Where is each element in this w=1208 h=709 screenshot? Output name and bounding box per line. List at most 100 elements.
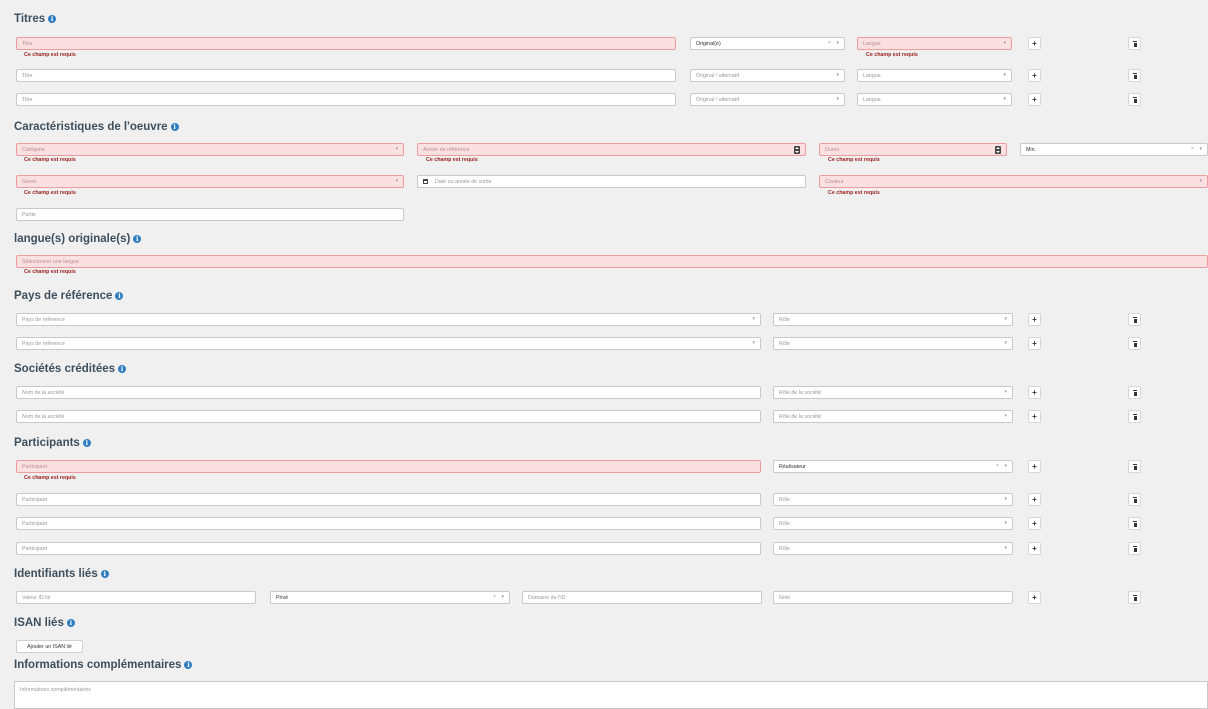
chevron-down-icon: ▾ [752,340,755,346]
title-input[interactable]: Titre [16,37,676,50]
trash-icon[interactable] [1128,410,1141,423]
error-message: Ce champ est requis [426,157,478,163]
participant-role-select[interactable]: Rôle ▾ [773,542,1013,555]
error-message: Ce champ est requis [828,157,880,163]
title-language-select[interactable]: Langue ▾ [857,37,1012,50]
add-title-button[interactable]: + [1028,69,1041,82]
participant-input[interactable]: Participant [16,460,761,473]
original-language-select[interactable]: Sélectionner une langue [16,255,1208,268]
trash-icon[interactable] [1128,386,1141,399]
add-title-button[interactable]: + [1028,93,1041,106]
info-icon[interactable]: i [82,439,91,447]
calendar-icon[interactable] [423,179,428,184]
section-heading-isan: ISAN liés i [14,617,75,629]
clear-icon[interactable]: × [828,40,831,46]
reference-year-input[interactable]: Année de référence [417,143,806,156]
additional-info-textarea[interactable]: Informations complémentaires [14,681,1208,709]
country-select[interactable]: Pays de référence ▾ [16,337,761,350]
linked-id-note-input[interactable]: Note [773,591,1013,604]
trash-icon[interactable] [1128,37,1141,50]
trash-icon[interactable] [1128,460,1141,473]
participant-input[interactable]: Participant [16,517,761,530]
add-isan-button[interactable]: Ajouter un ISAN lié [16,640,83,653]
add-participant-button[interactable]: + [1028,493,1041,506]
chevron-down-icon: ▾ [1004,413,1007,419]
trash-icon[interactable] [1128,313,1141,326]
section-heading-identifiants: Identifiants liés i [14,568,109,580]
section-heading-participants: Participants i [14,437,91,449]
release-date-input[interactable]: Date ou année de sortie [417,175,806,188]
duration-input[interactable]: Durée [819,143,1007,156]
spinner-icon[interactable] [794,146,800,154]
add-company-button[interactable]: + [1028,386,1041,399]
country-role-select[interactable]: Rôle ▾ [773,337,1013,350]
info-icon[interactable]: i [48,15,57,23]
chevron-down-icon: ▾ [1004,316,1007,322]
info-icon[interactable]: i [184,661,193,669]
section-heading-titres: Titres i [14,13,57,25]
company-role-select[interactable]: Rôle de la société ▾ [773,410,1013,423]
country-role-select[interactable]: Rôle ▾ [773,313,1013,326]
error-message: Ce champ est requis [24,157,76,163]
section-heading-pays: Pays de référence i [14,290,124,302]
company-name-input[interactable]: Nom de la société [16,410,761,423]
spinner-icon[interactable] [995,146,1001,154]
clear-icon[interactable]: × [493,594,496,600]
info-icon[interactable]: i [115,292,124,300]
title-type-select[interactable]: Original / alternatif ▾ [690,69,845,82]
error-message: Ce champ est requis [24,269,76,275]
clear-icon[interactable]: × [1191,146,1194,152]
trash-icon[interactable] [1128,93,1141,106]
duration-unit-select[interactable]: Min. × ▾ [1020,143,1208,156]
part-input[interactable]: Partie [16,208,404,221]
participant-role-select[interactable]: Réalisateur × ▾ [773,460,1013,473]
participant-input[interactable]: Participant [16,493,761,506]
section-heading-societes: Sociétés créditées i [14,363,127,375]
country-select[interactable]: Pays de référence ▾ [16,313,761,326]
company-role-select[interactable]: Rôle de la société ▾ [773,386,1013,399]
title-type-select[interactable]: Original / alternatif ▾ [690,93,845,106]
color-select[interactable]: Couleur ▾ [819,175,1208,188]
info-icon[interactable]: i [133,235,142,243]
chevron-down-icon: ▾ [1199,146,1202,152]
add-linked-id-button[interactable]: + [1028,591,1041,604]
linked-id-domain-input[interactable]: Domaine de l'ID [522,591,762,604]
title-language-select[interactable]: Langue ▾ [857,69,1012,82]
add-title-button[interactable]: + [1028,37,1041,50]
add-participant-button[interactable]: + [1028,460,1041,473]
chevron-down-icon: ▾ [836,40,839,46]
add-country-button[interactable]: + [1028,313,1041,326]
trash-icon[interactable] [1128,591,1141,604]
category-select[interactable]: Catégorie ▾ [16,143,404,156]
trash-icon[interactable] [1128,493,1141,506]
title-input[interactable]: Titre [16,69,676,82]
info-icon[interactable]: i [118,365,127,373]
genre-select[interactable]: Genre ▾ [16,175,404,188]
linked-id-visibility-select[interactable]: Privé × ▾ [270,591,510,604]
clear-icon[interactable]: × [996,463,999,469]
trash-icon[interactable] [1128,517,1141,530]
chevron-down-icon: ▾ [1004,389,1007,395]
info-icon[interactable]: i [170,123,179,131]
chevron-down-icon: ▾ [1003,40,1006,46]
title-input[interactable]: Titre [16,93,676,106]
add-participant-button[interactable]: + [1028,542,1041,555]
info-icon[interactable]: i [66,619,75,627]
add-participant-button[interactable]: + [1028,517,1041,530]
participant-role-select[interactable]: Rôle ▾ [773,493,1013,506]
add-country-button[interactable]: + [1028,337,1041,350]
info-icon[interactable]: i [100,570,109,578]
error-message: Ce champ est requis [24,52,76,58]
trash-icon[interactable] [1128,337,1141,350]
participant-role-select[interactable]: Rôle ▾ [773,517,1013,530]
title-language-select[interactable]: Langue ▾ [857,93,1012,106]
trash-icon[interactable] [1128,69,1141,82]
company-name-input[interactable]: Nom de la société [16,386,761,399]
title-type-select[interactable]: Original(e) × ▾ [690,37,845,50]
add-company-button[interactable]: + [1028,410,1041,423]
chevron-down-icon: ▾ [501,594,504,600]
trash-icon[interactable] [1128,542,1141,555]
participant-input[interactable]: Participant [16,542,761,555]
linked-id-value-input[interactable]: Valeur ID lié [16,591,256,604]
chevron-down-icon: ▾ [1003,96,1006,102]
